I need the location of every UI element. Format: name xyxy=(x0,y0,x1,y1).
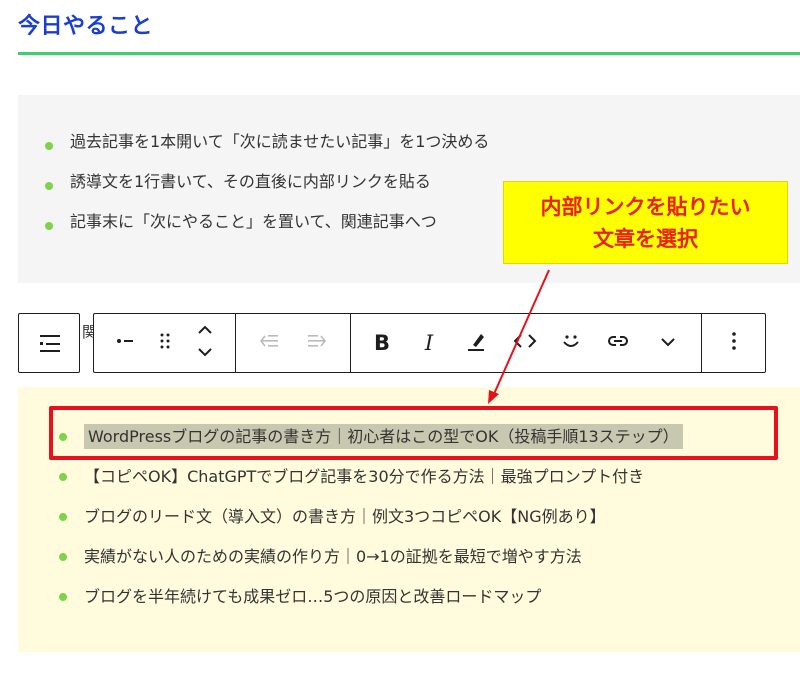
annotation-callout: 内部リンクを貼りたい 文章を選択 xyxy=(503,181,788,264)
indent-button[interactable] xyxy=(299,326,333,360)
options-icon xyxy=(722,329,746,357)
list-item[interactable]: ブログのリード文（導入文）の書き方｜例文3つコピペOK【NG例あり】 xyxy=(56,497,683,537)
section-heading: 今日やること xyxy=(18,14,154,39)
bullet-list-icon xyxy=(113,329,137,357)
more-chevron-icon xyxy=(656,329,680,357)
todo-list: 過去記事を1本開いて「次に読ませたい記事」を1つ決める 誘導文を1行書いて、その… xyxy=(42,126,489,246)
code-button[interactable] xyxy=(508,326,542,360)
list-view-button[interactable] xyxy=(18,313,80,373)
selection-highlight-box xyxy=(49,406,778,460)
code-icon xyxy=(512,329,538,357)
list-item[interactable]: 【コピペOK】ChatGPTでブログ記事を30分で作る方法｜最強プロンプト付き xyxy=(56,457,683,497)
italic-icon: I xyxy=(424,331,434,355)
italic-button[interactable]: I xyxy=(412,326,446,360)
list-item[interactable]: 実績がない人のための実績の作り方｜0→1の証拠を最短で増やす方法 xyxy=(56,537,683,577)
emoji-button[interactable] xyxy=(554,326,588,360)
list-item[interactable]: ブログを半年続けても成果ゼロ…5つの原因と改善ロードマップ xyxy=(56,577,683,617)
list-item[interactable]: 過去記事を1本開いて「次に読ませたい記事」を1つ決める xyxy=(42,126,489,166)
highlight-icon xyxy=(464,329,488,357)
list-item[interactable]: 誘導文を1行書いて、その直後に内部リンクを貼る xyxy=(42,166,489,206)
link-icon xyxy=(605,329,631,357)
list-item[interactable]: 記事末に「次にやること」を置いて、関連記事へつ xyxy=(42,206,489,246)
drag-handle-icon xyxy=(153,329,177,357)
list-view-icon xyxy=(38,333,62,359)
bullet-list-button[interactable] xyxy=(108,326,142,360)
move-up-down-icon xyxy=(193,324,217,362)
options-button[interactable] xyxy=(717,326,751,360)
bold-button[interactable]: B xyxy=(365,326,399,360)
emoji-icon xyxy=(559,329,583,357)
more-formatting-button[interactable] xyxy=(651,326,685,360)
link-button[interactable] xyxy=(601,326,635,360)
indent-icon xyxy=(303,329,329,357)
outdent-icon xyxy=(257,329,283,357)
callout-line-2: 文章を選択 xyxy=(593,227,698,251)
callout-line-1: 内部リンクを貼りたい xyxy=(540,195,751,219)
block-toolbar: B I xyxy=(93,313,766,373)
highlight-button[interactable] xyxy=(459,326,493,360)
heading-underline xyxy=(18,52,800,55)
bold-icon: B xyxy=(373,331,390,355)
outdent-button[interactable] xyxy=(253,326,287,360)
drag-handle-button[interactable] xyxy=(148,326,182,360)
move-up-down-button[interactable] xyxy=(188,324,222,362)
